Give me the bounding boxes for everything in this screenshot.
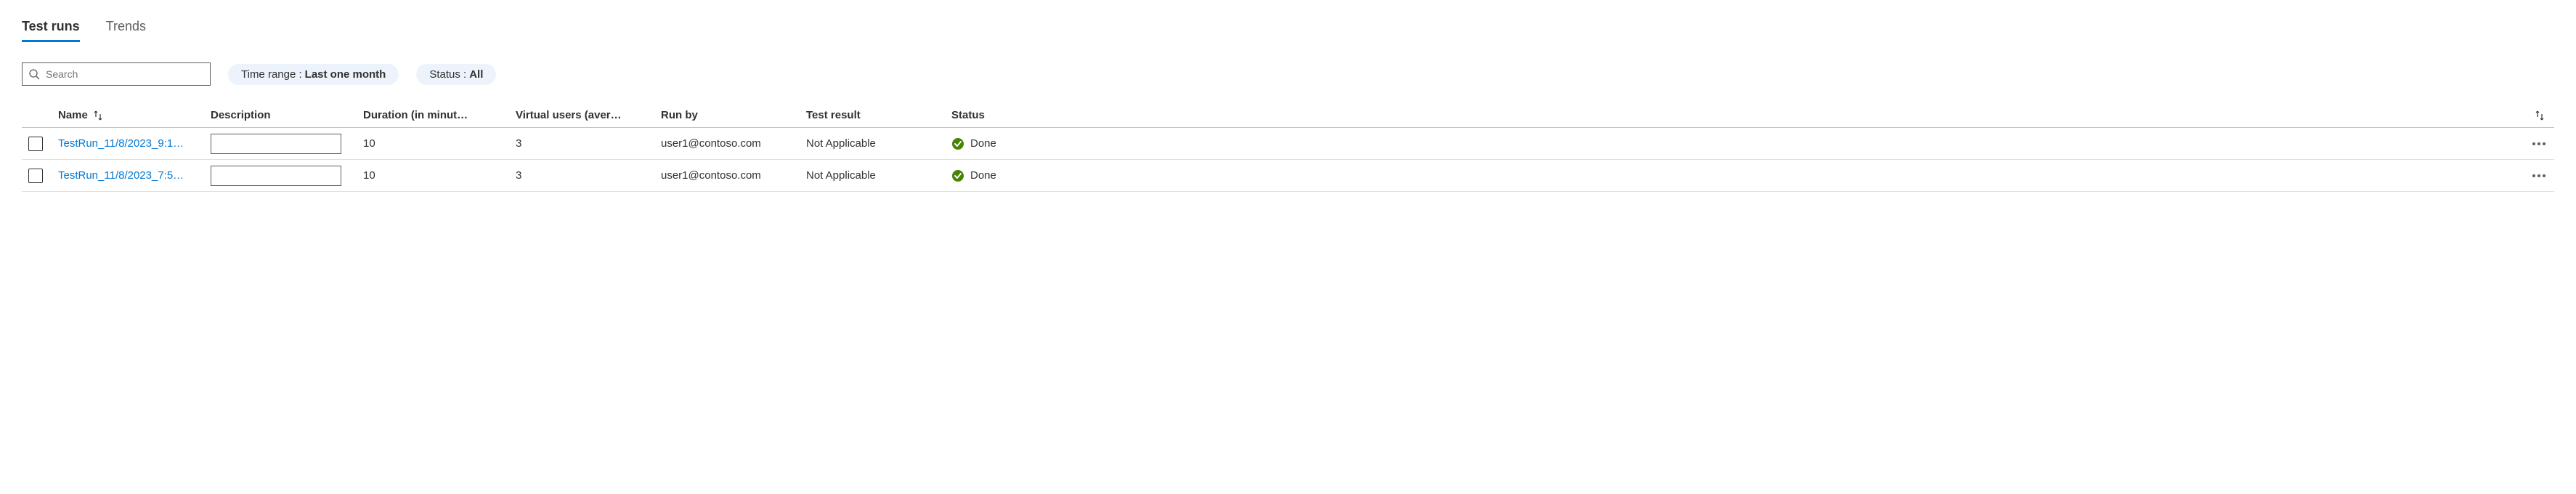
test-runs-table: Name Description Duration (in minut… Vir… bbox=[22, 103, 2554, 192]
col-status[interactable]: Status bbox=[951, 109, 2511, 121]
sort-icon bbox=[92, 110, 104, 121]
row-description-input[interactable] bbox=[211, 166, 341, 186]
table-header: Name Description Duration (in minut… Vir… bbox=[22, 103, 2554, 128]
row-checkbox[interactable] bbox=[28, 137, 43, 151]
row-name-link[interactable]: TestRun_11/8/2023_9:1… bbox=[58, 137, 211, 150]
check-circle-icon bbox=[951, 137, 964, 150]
row-status-label: Done bbox=[970, 137, 996, 150]
filter-time-range[interactable]: Time range : Last one month bbox=[228, 64, 399, 85]
row-more-button[interactable] bbox=[2532, 174, 2545, 177]
filter-time-range-value: Last one month bbox=[305, 68, 386, 81]
table-row: TestRun_11/8/2023_9:1… 10 3 user1@contos… bbox=[22, 128, 2554, 160]
row-status: Done bbox=[951, 137, 2511, 150]
filter-status[interactable]: Status : All bbox=[416, 64, 496, 85]
row-test-result: Not Applicable bbox=[806, 169, 951, 182]
col-description[interactable]: Description bbox=[211, 109, 363, 121]
filter-status-value: All bbox=[469, 68, 483, 81]
row-run-by: user1@contoso.com bbox=[661, 137, 806, 150]
row-duration: 10 bbox=[363, 169, 516, 182]
col-name[interactable]: Name bbox=[58, 109, 211, 121]
col-name-label: Name bbox=[58, 109, 88, 121]
col-virtual-users[interactable]: Virtual users (aver… bbox=[516, 109, 661, 121]
tabs-bar: Test runs Trends bbox=[22, 15, 2554, 42]
search-icon bbox=[28, 68, 40, 80]
tab-test-runs[interactable]: Test runs bbox=[22, 15, 80, 41]
filter-time-range-label: Time range : bbox=[241, 68, 302, 81]
row-status-label: Done bbox=[970, 169, 996, 182]
sort-icon[interactable] bbox=[2534, 110, 2545, 121]
row-duration: 10 bbox=[363, 137, 516, 150]
row-test-result: Not Applicable bbox=[806, 137, 951, 150]
row-status: Done bbox=[951, 169, 2511, 182]
row-name-link[interactable]: TestRun_11/8/2023_7:5… bbox=[58, 169, 211, 182]
row-virtual-users: 3 bbox=[516, 169, 661, 182]
col-run-by[interactable]: Run by bbox=[661, 109, 806, 121]
row-checkbox[interactable] bbox=[28, 169, 43, 183]
filter-status-label: Status : bbox=[429, 68, 466, 81]
check-circle-icon bbox=[951, 169, 964, 182]
row-run-by: user1@contoso.com bbox=[661, 169, 806, 182]
col-status-label: Status bbox=[951, 109, 985, 121]
row-more-button[interactable] bbox=[2532, 142, 2545, 145]
row-virtual-users: 3 bbox=[516, 137, 661, 150]
table-row: TestRun_11/8/2023_7:5… 10 3 user1@contos… bbox=[22, 160, 2554, 192]
filter-row: Time range : Last one month Status : All bbox=[22, 62, 2554, 86]
col-actions bbox=[2511, 110, 2554, 121]
search-input[interactable] bbox=[46, 68, 204, 80]
search-box[interactable] bbox=[22, 62, 211, 86]
col-test-result[interactable]: Test result bbox=[806, 109, 951, 121]
col-duration[interactable]: Duration (in minut… bbox=[363, 109, 516, 121]
tab-trends[interactable]: Trends bbox=[106, 15, 146, 41]
row-description-input[interactable] bbox=[211, 134, 341, 154]
